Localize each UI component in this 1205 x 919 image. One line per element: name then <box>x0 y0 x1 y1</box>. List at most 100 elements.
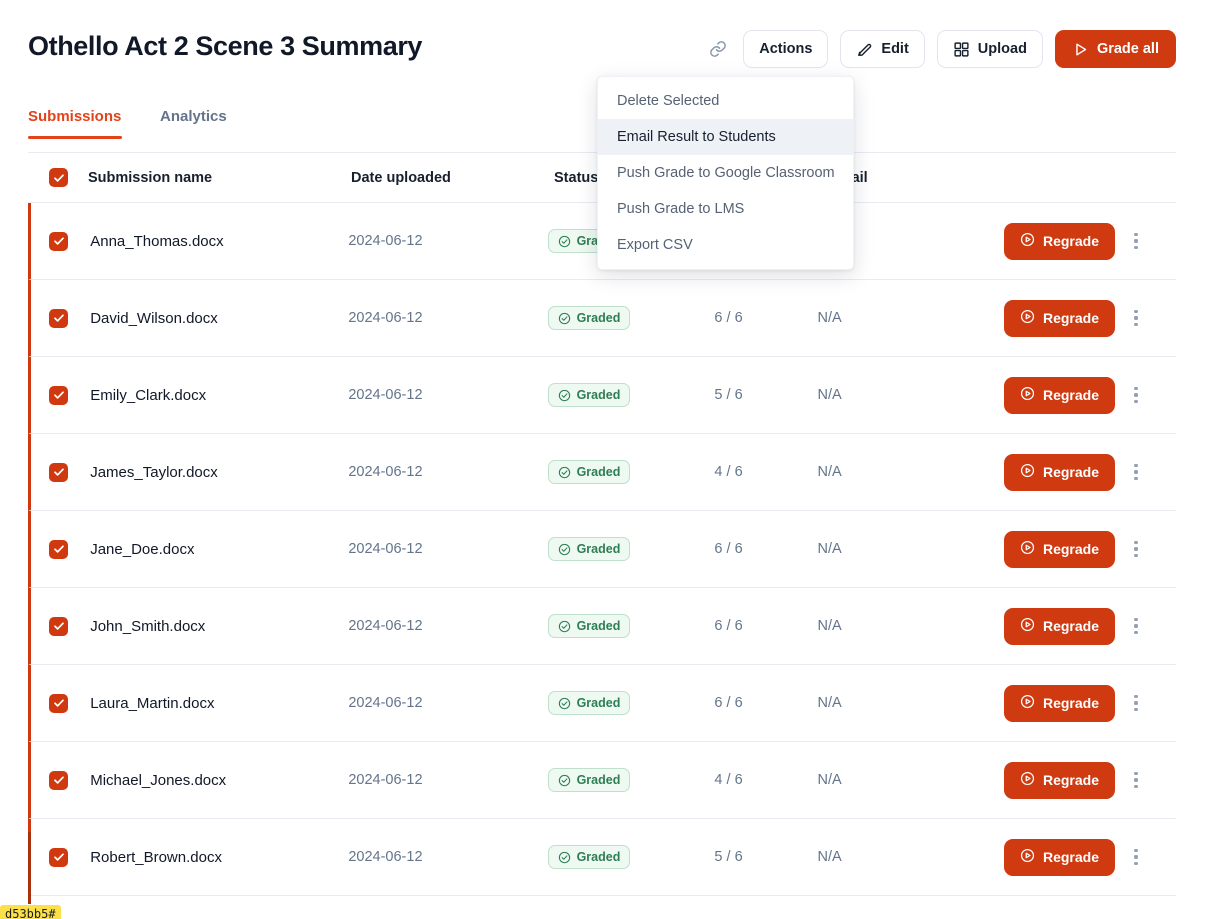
play-circle-icon <box>1020 232 1035 250</box>
row-more-options-icon[interactable] <box>1125 304 1147 332</box>
cell-actions: Regrade <box>1003 761 1176 799</box>
check-circle-icon <box>558 235 571 248</box>
row-checkbox[interactable] <box>49 616 68 636</box>
menu-item-export-csv[interactable]: Export CSV <box>598 227 853 263</box>
table-row: David_Wilson.docx 2024-06-12 Graded 6 / 6 N/… <box>28 280 1176 357</box>
cell-submission-name[interactable]: Emily_Clark.docx <box>90 387 348 404</box>
tab-submissions[interactable]: Submissions <box>28 108 122 139</box>
status-badge: Graded <box>547 691 631 715</box>
page-title: Othello Act 2 Scene 3 Summary <box>28 31 423 61</box>
cell-submission-name[interactable]: Laura_Martin.docx <box>90 695 348 712</box>
row-checkbox[interactable] <box>49 385 68 405</box>
row-more-options-icon[interactable] <box>1125 766 1147 794</box>
row-more-options-icon[interactable] <box>1125 458 1147 486</box>
cell-actions: Regrade <box>1003 222 1176 260</box>
column-header-email[interactable]: Email <box>829 170 1019 186</box>
status-badge-label: Graded <box>576 542 621 556</box>
cell-submission-name[interactable]: Michael_Jones.docx <box>90 772 348 789</box>
check-circle-icon <box>558 543 571 556</box>
status-badge: Graded <box>547 614 631 638</box>
cell-submission-name[interactable]: Jane_Doe.docx <box>90 541 348 558</box>
row-more-options-icon[interactable] <box>1125 843 1147 871</box>
tab-submissions-label: Submissions <box>28 108 122 125</box>
regrade-button-label: Regrade <box>1042 310 1099 326</box>
row-more-options-icon[interactable] <box>1125 535 1147 563</box>
regrade-button[interactable]: Regrade <box>1003 761 1115 799</box>
regrade-button[interactable]: Regrade <box>1003 376 1115 414</box>
menu-item-push-grade-to-lms[interactable]: Push Grade to LMS <box>598 191 853 227</box>
grade-all-button[interactable]: Grade all <box>1054 30 1176 68</box>
status-badge-label: Graded <box>576 619 621 633</box>
row-checkbox[interactable] <box>49 308 68 328</box>
regrade-button-label: Regrade <box>1042 849 1099 865</box>
table-body: Anna_Thomas.docx2024-06-12Graded4 / 6N/A… <box>28 203 1176 896</box>
cell-actions: Regrade <box>1003 453 1176 491</box>
row-checkbox[interactable] <box>49 770 68 790</box>
row-more-options-icon[interactable] <box>1125 381 1147 409</box>
cell-email: N/A <box>817 618 842 634</box>
cell-actions: Regrade <box>1003 838 1176 876</box>
menu-item-email-result-to-students[interactable]: Email Result to Students <box>598 119 853 155</box>
regrade-button[interactable]: Regrade <box>1003 607 1115 645</box>
row-select-cell <box>31 847 90 867</box>
status-badge: Graded <box>547 383 631 407</box>
column-header-name[interactable]: Submission name <box>88 170 351 186</box>
actions-button[interactable]: Actions <box>743 30 829 68</box>
check-circle-icon <box>558 851 571 864</box>
regrade-button[interactable]: Regrade <box>1003 222 1115 260</box>
regrade-button[interactable]: Regrade <box>1003 530 1115 568</box>
cell-submission-name[interactable]: James_Taylor.docx <box>90 464 348 481</box>
cell-submission-name[interactable]: Robert_Brown.docx <box>90 849 348 866</box>
row-checkbox[interactable] <box>49 847 68 867</box>
status-badge-label: Graded <box>576 388 621 402</box>
regrade-button[interactable]: Regrade <box>1003 453 1115 491</box>
tab-analytics-label: Analytics <box>160 108 227 125</box>
cell-score: 5 / 6 <box>714 387 743 403</box>
cell-date-uploaded: 2024-06-12 <box>348 233 423 249</box>
row-checkbox[interactable] <box>49 462 68 482</box>
play-circle-icon <box>1020 386 1035 404</box>
regrade-button-label: Regrade <box>1042 618 1099 634</box>
row-more-options-icon[interactable] <box>1125 227 1147 255</box>
row-select-cell <box>31 462 90 482</box>
play-circle-icon <box>1020 617 1035 635</box>
regrade-button[interactable]: Regrade <box>1003 299 1115 337</box>
play-circle-icon <box>1020 463 1035 481</box>
edit-button-label: Edit <box>881 41 909 57</box>
upload-button[interactable]: Upload <box>936 30 1043 68</box>
regrade-button[interactable]: Regrade <box>1003 838 1115 876</box>
row-more-options-icon[interactable] <box>1125 612 1147 640</box>
cell-submission-name[interactable]: Anna_Thomas.docx <box>90 233 348 250</box>
cell-score: 4 / 6 <box>714 464 743 480</box>
cell-date-uploaded: 2024-06-12 <box>348 387 423 403</box>
cell-date-uploaded: 2024-06-12 <box>348 464 423 480</box>
cell-email: N/A <box>817 464 842 480</box>
row-select-cell <box>31 693 90 713</box>
cell-submission-name[interactable]: John_Smith.docx <box>90 618 348 635</box>
edit-button[interactable]: Edit <box>840 30 925 68</box>
cell-submission-name[interactable]: David_Wilson.docx <box>90 310 348 327</box>
cell-actions: Regrade <box>1003 376 1176 414</box>
link-icon[interactable] <box>705 36 731 62</box>
regrade-button-label: Regrade <box>1042 772 1099 788</box>
status-badge: Graded <box>547 306 631 330</box>
column-header-date[interactable]: Date uploaded <box>351 170 554 186</box>
cell-score: 6 / 6 <box>714 618 743 634</box>
select-all-checkbox[interactable] <box>49 168 68 187</box>
row-checkbox[interactable] <box>49 693 68 713</box>
cell-email: N/A <box>817 310 842 326</box>
row-checkbox[interactable] <box>49 539 68 559</box>
play-circle-icon <box>1020 309 1035 327</box>
row-checkbox[interactable] <box>49 231 68 251</box>
regrade-button[interactable]: Regrade <box>1003 684 1115 722</box>
table-row: James_Taylor.docx 2024-06-12 Graded 4 / 6 N/… <box>28 434 1176 511</box>
regrade-button-label: Regrade <box>1042 695 1099 711</box>
status-badge-label: Graded <box>576 773 621 787</box>
tab-analytics[interactable]: Analytics <box>122 108 249 139</box>
play-circle-icon <box>1020 771 1035 789</box>
cell-date-uploaded: 2024-06-12 <box>348 849 423 865</box>
menu-item-delete-selected[interactable]: Delete Selected <box>598 83 853 119</box>
row-more-options-icon[interactable] <box>1125 689 1147 717</box>
menu-item-push-grade-to-google-classroom[interactable]: Push Grade to Google Classroom <box>598 155 853 191</box>
cell-actions: Regrade <box>1003 530 1176 568</box>
